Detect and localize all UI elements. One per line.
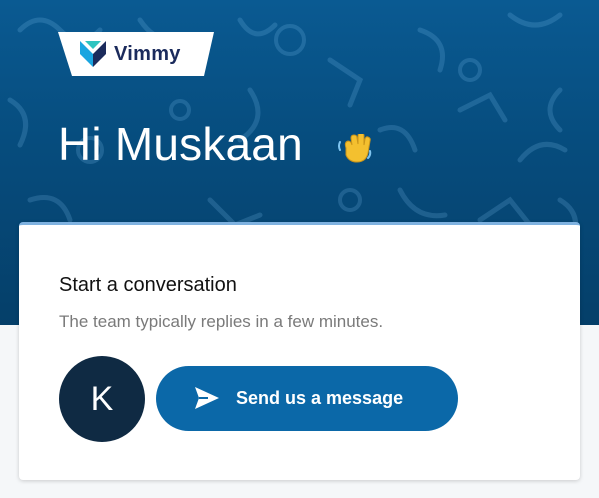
start-conversation-card: Start a conversation The team typically … — [19, 222, 580, 480]
greeting-heading: Hi Muskaan — [58, 118, 303, 170]
waving-hand-icon — [338, 134, 372, 163]
vimmy-logo-icon — [80, 41, 106, 67]
send-message-label: Send us a message — [236, 388, 404, 408]
brand-name: Vimmy — [114, 43, 181, 65]
paper-plane-icon — [195, 387, 219, 409]
messenger-home: Vimmy Hi Muskaan Start a conversation Th… — [0, 0, 599, 498]
reply-time-text: The team typically replies in a few minu… — [59, 312, 384, 331]
team-member-avatar: K — [59, 356, 145, 442]
brand-logo: Vimmy — [58, 32, 214, 76]
send-message-button[interactable]: Send us a message — [156, 366, 458, 431]
card-title: Start a conversation — [59, 274, 237, 296]
